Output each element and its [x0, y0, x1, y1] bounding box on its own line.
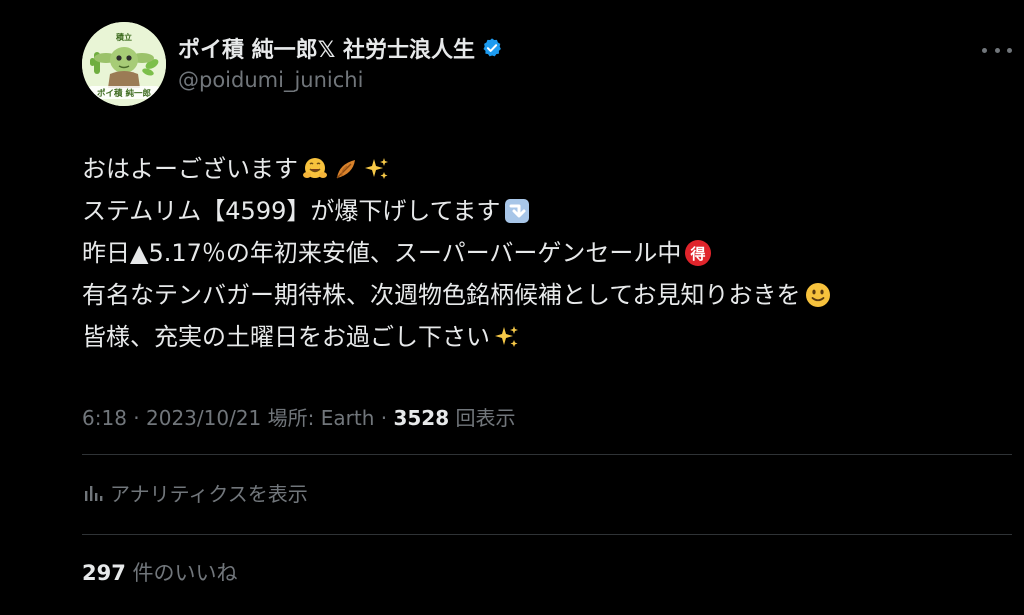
display-name[interactable]: ポイ積 純一郎𝕏 社労士浪人生 — [178, 32, 475, 64]
more-options-icon[interactable] — [982, 40, 1012, 60]
view-analytics-button[interactable]: アナリティクスを表示 — [82, 478, 308, 507]
divider — [82, 454, 1012, 455]
tweet-time[interactable]: 6:18 — [82, 406, 127, 430]
views-label: 回表示 — [455, 406, 516, 430]
analytics-label: アナリティクスを表示 — [110, 482, 308, 506]
slight-smile-icon — [804, 281, 832, 309]
fallen-leaf-icon — [332, 155, 360, 183]
tweet-line: 昨日▲5.17％の年初来安値、スーパーバーゲンセール中 得 — [82, 232, 982, 274]
down-arrow-icon — [503, 197, 531, 225]
handle[interactable]: @poidumi_junichi — [178, 68, 938, 92]
tweet-line-text: 有名なテンバガー期待株、次週物色銘柄候補としてお見知りおきを — [82, 281, 801, 309]
tweet-detail: 積立 ポイ積 純一郎 ポイ積 純一郎𝕏 社労士浪人生 @poidumi_juni… — [0, 0, 1024, 615]
likes-label: 件のいいね — [132, 561, 238, 585]
sparkles-icon — [363, 155, 391, 183]
meta-separator: · — [126, 406, 146, 430]
tweet-line-text: 皆様、充実の土曜日をお過ごし下さい — [82, 323, 490, 351]
divider — [82, 534, 1012, 535]
tweet-line-text: ステムリム【4599】が爆下げしてます — [82, 197, 501, 225]
avatar-image: 積立 ポイ積 純一郎 — [82, 22, 166, 106]
tweet-line: 皆様、充実の土曜日をお過ごし下さい — [82, 316, 982, 358]
tweet-line: 有名なテンバガー期待株、次週物色銘柄候補としてお見知りおきを — [82, 274, 982, 316]
name-row: ポイ積 純一郎𝕏 社労士浪人生 — [178, 30, 938, 66]
verified-badge-icon — [481, 37, 503, 59]
sparkles-icon — [493, 323, 521, 351]
tweet-meta: 6:18 · 2023/10/21 場所: Earth · 3528 回表示 — [82, 402, 515, 431]
tweet-text: おはよーございます ステムリム【4599】が爆下げしてます 昨日▲5.17％の年… — [82, 148, 982, 358]
hugging-face-icon — [301, 155, 329, 183]
views-count: 3528 — [393, 406, 450, 430]
likes-count: 297 — [82, 561, 126, 585]
tweet-line-text: おはよーございます — [82, 155, 298, 183]
analytics-icon — [85, 485, 103, 501]
tweet-line: おはよーございます — [82, 148, 982, 190]
svg-text:積立: 積立 — [115, 32, 132, 42]
svg-text:ポイ積 純一郎: ポイ積 純一郎 — [97, 88, 151, 99]
tweet-date[interactable]: 2023/10/21 — [146, 406, 261, 430]
tweet-location: 場所: Earth — [267, 406, 375, 430]
svg-text:得: 得 — [690, 245, 706, 263]
avatar[interactable]: 積立 ポイ積 純一郎 — [82, 22, 166, 106]
tweet-line: ステムリム【4599】が爆下げしてます — [82, 190, 982, 232]
likes-link[interactable]: 297 件のいいね — [82, 557, 238, 587]
tweet-header: ポイ積 純一郎𝕏 社労士浪人生 @poidumi_junichi — [178, 30, 938, 92]
bargain-mark-icon: 得 — [684, 239, 712, 267]
tweet-line-text: 昨日▲5.17％の年初来安値、スーパーバーゲンセール中 — [82, 239, 682, 267]
meta-separator: · — [374, 406, 394, 430]
